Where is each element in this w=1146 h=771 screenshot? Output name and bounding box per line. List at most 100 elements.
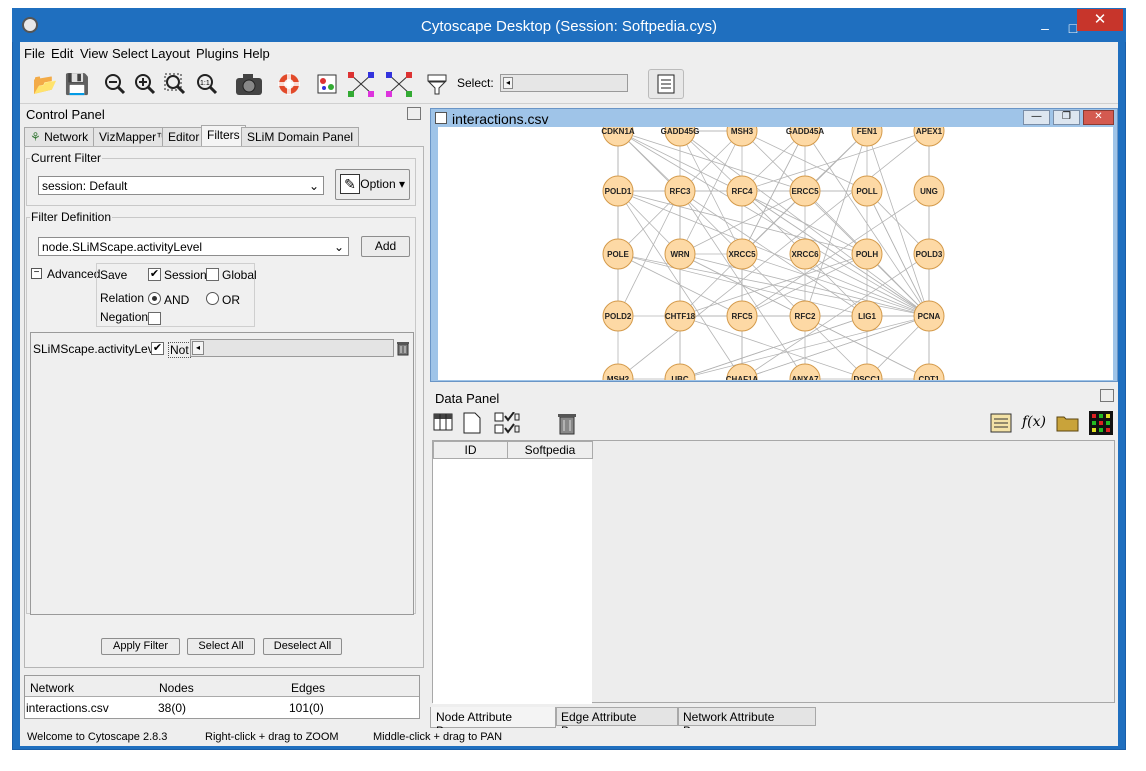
- select-all-button[interactable]: Select All: [187, 638, 255, 655]
- net-close-button[interactable]: ✕: [1083, 110, 1114, 125]
- net-restore-button[interactable]: ❐: [1053, 110, 1080, 125]
- tab-network[interactable]: ⚘ Network: [24, 127, 95, 146]
- zoom-out-icon[interactable]: [100, 69, 130, 99]
- network-node[interactable]: POLL: [851, 175, 883, 207]
- zoom-selected-icon[interactable]: [160, 69, 190, 99]
- network-node[interactable]: GADD45G: [661, 127, 700, 147]
- network-node[interactable]: APEX1: [913, 127, 945, 147]
- layout-network-icon[interactable]: [344, 69, 378, 99]
- zoom-in-icon[interactable]: [130, 69, 160, 99]
- network-node[interactable]: UBC: [664, 363, 696, 380]
- network-edge[interactable]: [741, 253, 930, 380]
- network-edge[interactable]: [679, 190, 868, 317]
- tab-edge-attribute-browser[interactable]: Edge Attribute Browser: [556, 707, 678, 738]
- select-slider[interactable]: ◂: [500, 74, 628, 92]
- camera-icon[interactable]: [232, 69, 266, 99]
- network-edge[interactable]: [866, 130, 930, 317]
- not-checkbox[interactable]: ✔: [151, 342, 164, 355]
- network-node[interactable]: LIG1: [851, 300, 883, 332]
- function-fx-icon[interactable]: f(x): [1022, 414, 1046, 430]
- menu-layout[interactable]: Layout: [151, 46, 190, 61]
- network-node[interactable]: ERCC5: [789, 175, 821, 207]
- and-radio[interactable]: [148, 292, 161, 305]
- network-node[interactable]: XRCC5: [726, 238, 758, 270]
- apply-filter-button[interactable]: Apply Filter: [101, 638, 180, 655]
- network-node[interactable]: RFC4: [726, 175, 758, 207]
- filter-attribute-select[interactable]: node.SLiMScape.activityLevel ⌄: [38, 237, 349, 256]
- menu-edit[interactable]: Edit: [51, 46, 73, 61]
- network-graph[interactable]: CDKN1A GADD45G MSH3 GADD45A FEN1 APEX1 POLD1 RF…: [438, 127, 1113, 380]
- network-node[interactable]: POLD2: [602, 300, 634, 332]
- col-id[interactable]: ID: [433, 441, 508, 459]
- network-node[interactable]: POLD1: [602, 175, 634, 207]
- or-radio[interactable]: [206, 292, 219, 305]
- import-table-icon[interactable]: [990, 413, 1012, 433]
- option-button[interactable]: ✎ Option ▾: [335, 169, 410, 200]
- open-folder-icon[interactable]: 📂: [30, 69, 60, 99]
- detail-table-icon[interactable]: [648, 69, 684, 99]
- add-button[interactable]: Add: [361, 236, 410, 257]
- save-icon[interactable]: 💾: [62, 69, 92, 99]
- menu-view[interactable]: View: [80, 46, 108, 61]
- collapse-advanced-icon[interactable]: −: [31, 268, 42, 279]
- slider-left-arrow-icon[interactable]: ◂: [503, 77, 513, 89]
- filter-funnel-icon[interactable]: [422, 69, 452, 99]
- network-node[interactable]: POLD3: [913, 238, 945, 270]
- network-canvas[interactable]: CDKN1A GADD45G MSH3 GADD45A FEN1 APEX1 POLD1 RF…: [438, 127, 1113, 380]
- col-edges[interactable]: Edges: [291, 681, 325, 695]
- network-node[interactable]: MSH3: [726, 127, 758, 147]
- heatmap-icon[interactable]: [1089, 411, 1113, 435]
- select-all-attributes-icon[interactable]: [494, 411, 520, 434]
- network-edge[interactable]: [804, 130, 868, 317]
- menu-plugins[interactable]: Plugins: [196, 46, 239, 61]
- network-node[interactable]: UNG: [913, 175, 945, 207]
- undock-icon[interactable]: [407, 107, 421, 120]
- network-node[interactable]: RFC2: [789, 300, 821, 332]
- menu-select[interactable]: Select: [112, 46, 148, 61]
- network-node[interactable]: GADD45A: [786, 127, 824, 147]
- open-folder-icon[interactable]: [1056, 413, 1080, 433]
- trash-icon[interactable]: [556, 411, 578, 435]
- network-node[interactable]: CHTF18: [664, 300, 696, 332]
- close-button[interactable]: ✕: [1077, 9, 1123, 31]
- network-node[interactable]: PCNA: [913, 300, 945, 332]
- global-checkbox[interactable]: [206, 268, 219, 281]
- title-bar[interactable]: Cytoscape Desktop (Session: Softpedia.cy…: [12, 8, 1126, 42]
- column-select-icon[interactable]: [433, 413, 455, 433]
- new-network-icon[interactable]: [312, 69, 342, 99]
- col-network[interactable]: Network: [30, 681, 74, 695]
- tab-node-attribute-browser[interactable]: Node Attribute Browser: [430, 707, 556, 738]
- menu-help[interactable]: Help: [243, 46, 270, 61]
- help-lifebuoy-icon[interactable]: [274, 69, 304, 99]
- network-edge[interactable]: [741, 315, 930, 380]
- new-attribute-icon[interactable]: [463, 412, 483, 434]
- table-row[interactable]: interactions.csv 38(0) 101(0): [25, 698, 419, 716]
- negation-checkbox[interactable]: [148, 312, 161, 325]
- col-softpedia[interactable]: Softpedia: [507, 441, 593, 459]
- network-node[interactable]: WRN: [664, 238, 696, 270]
- minimize-button[interactable]: –: [1030, 20, 1060, 36]
- network-node[interactable]: POLE: [602, 238, 634, 270]
- undock-icon[interactable]: [1100, 389, 1114, 402]
- network-node[interactable]: POLH: [851, 238, 883, 270]
- network-node[interactable]: CDT1: [913, 363, 945, 380]
- session-checkbox[interactable]: ✔: [148, 268, 161, 281]
- trash-icon[interactable]: [396, 340, 410, 356]
- tab-editor[interactable]: Editor: [162, 127, 206, 146]
- zoom-fit-icon[interactable]: 1:1: [192, 69, 222, 99]
- network-node[interactable]: RFC3: [664, 175, 696, 207]
- current-filter-select[interactable]: session: Default ⌄: [38, 176, 324, 195]
- col-nodes[interactable]: Nodes: [159, 681, 194, 695]
- layout-network-2-icon[interactable]: [382, 69, 416, 99]
- slider-left-arrow-icon[interactable]: ◂: [192, 341, 204, 355]
- network-node[interactable]: MSH2: [602, 363, 634, 380]
- network-node[interactable]: FEN1: [851, 127, 883, 147]
- deselect-all-button[interactable]: Deselect All: [263, 638, 342, 655]
- tab-network-attribute-browser[interactable]: Network Attribute Browser: [678, 707, 816, 738]
- network-node[interactable]: DSCC1: [851, 363, 883, 380]
- network-node[interactable]: RFC5: [726, 300, 758, 332]
- network-node[interactable]: ANXA7: [789, 363, 821, 380]
- network-node[interactable]: XRCC6: [789, 238, 821, 270]
- net-minimize-button[interactable]: —: [1023, 110, 1050, 125]
- tab-slim-domain-panel[interactable]: SLiM Domain Panel: [241, 127, 360, 146]
